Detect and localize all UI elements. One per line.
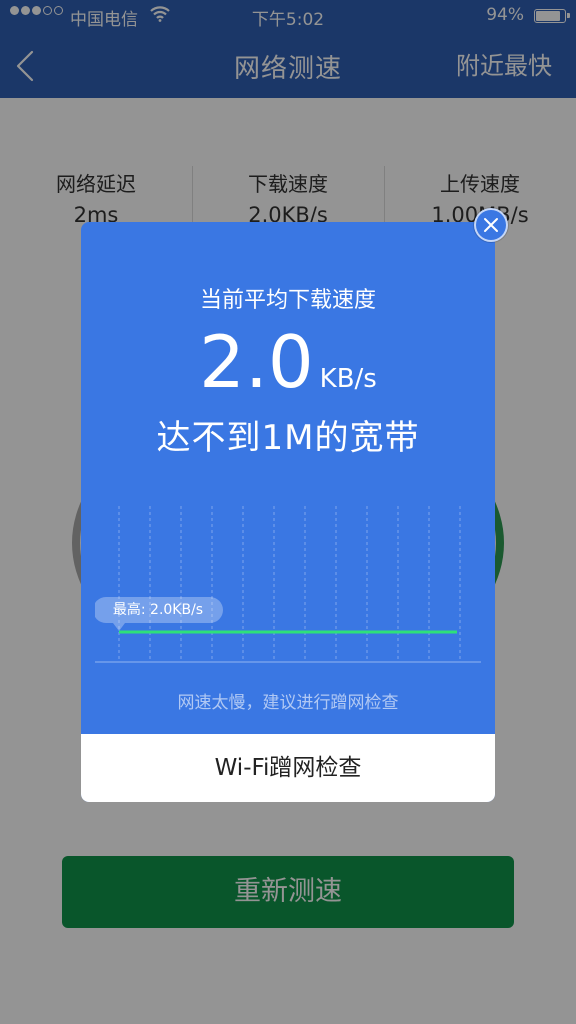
max-speed-label: 最高: 2.0KB/s — [112, 602, 204, 618]
wifi-check-button[interactable]: Wi-Fi蹭网检查 — [81, 734, 495, 802]
dialog-hint: 网速太慢，建议进行蹭网检查 — [177, 693, 399, 713]
chart-gridlines — [118, 506, 461, 662]
close-icon — [484, 218, 498, 232]
average-speed: 2.0 KB/s — [81, 320, 495, 404]
speed-chart-svg — [93, 506, 481, 663]
speed-chart: 最高: 2.0KB/s — [93, 506, 481, 666]
dialog-subtitle: 当前平均下载速度 — [199, 288, 376, 313]
speed-number: 2.0 — [199, 320, 314, 404]
bandwidth-message: 达不到1M的宽带 — [156, 418, 420, 458]
speed-unit: KB/s — [319, 364, 377, 394]
close-dialog-button[interactable] — [474, 208, 508, 242]
result-dialog: 当前平均下载速度 2.0 KB/s 达不到1M的宽带 最高: 2.0KB/s 网… — [81, 222, 495, 802]
